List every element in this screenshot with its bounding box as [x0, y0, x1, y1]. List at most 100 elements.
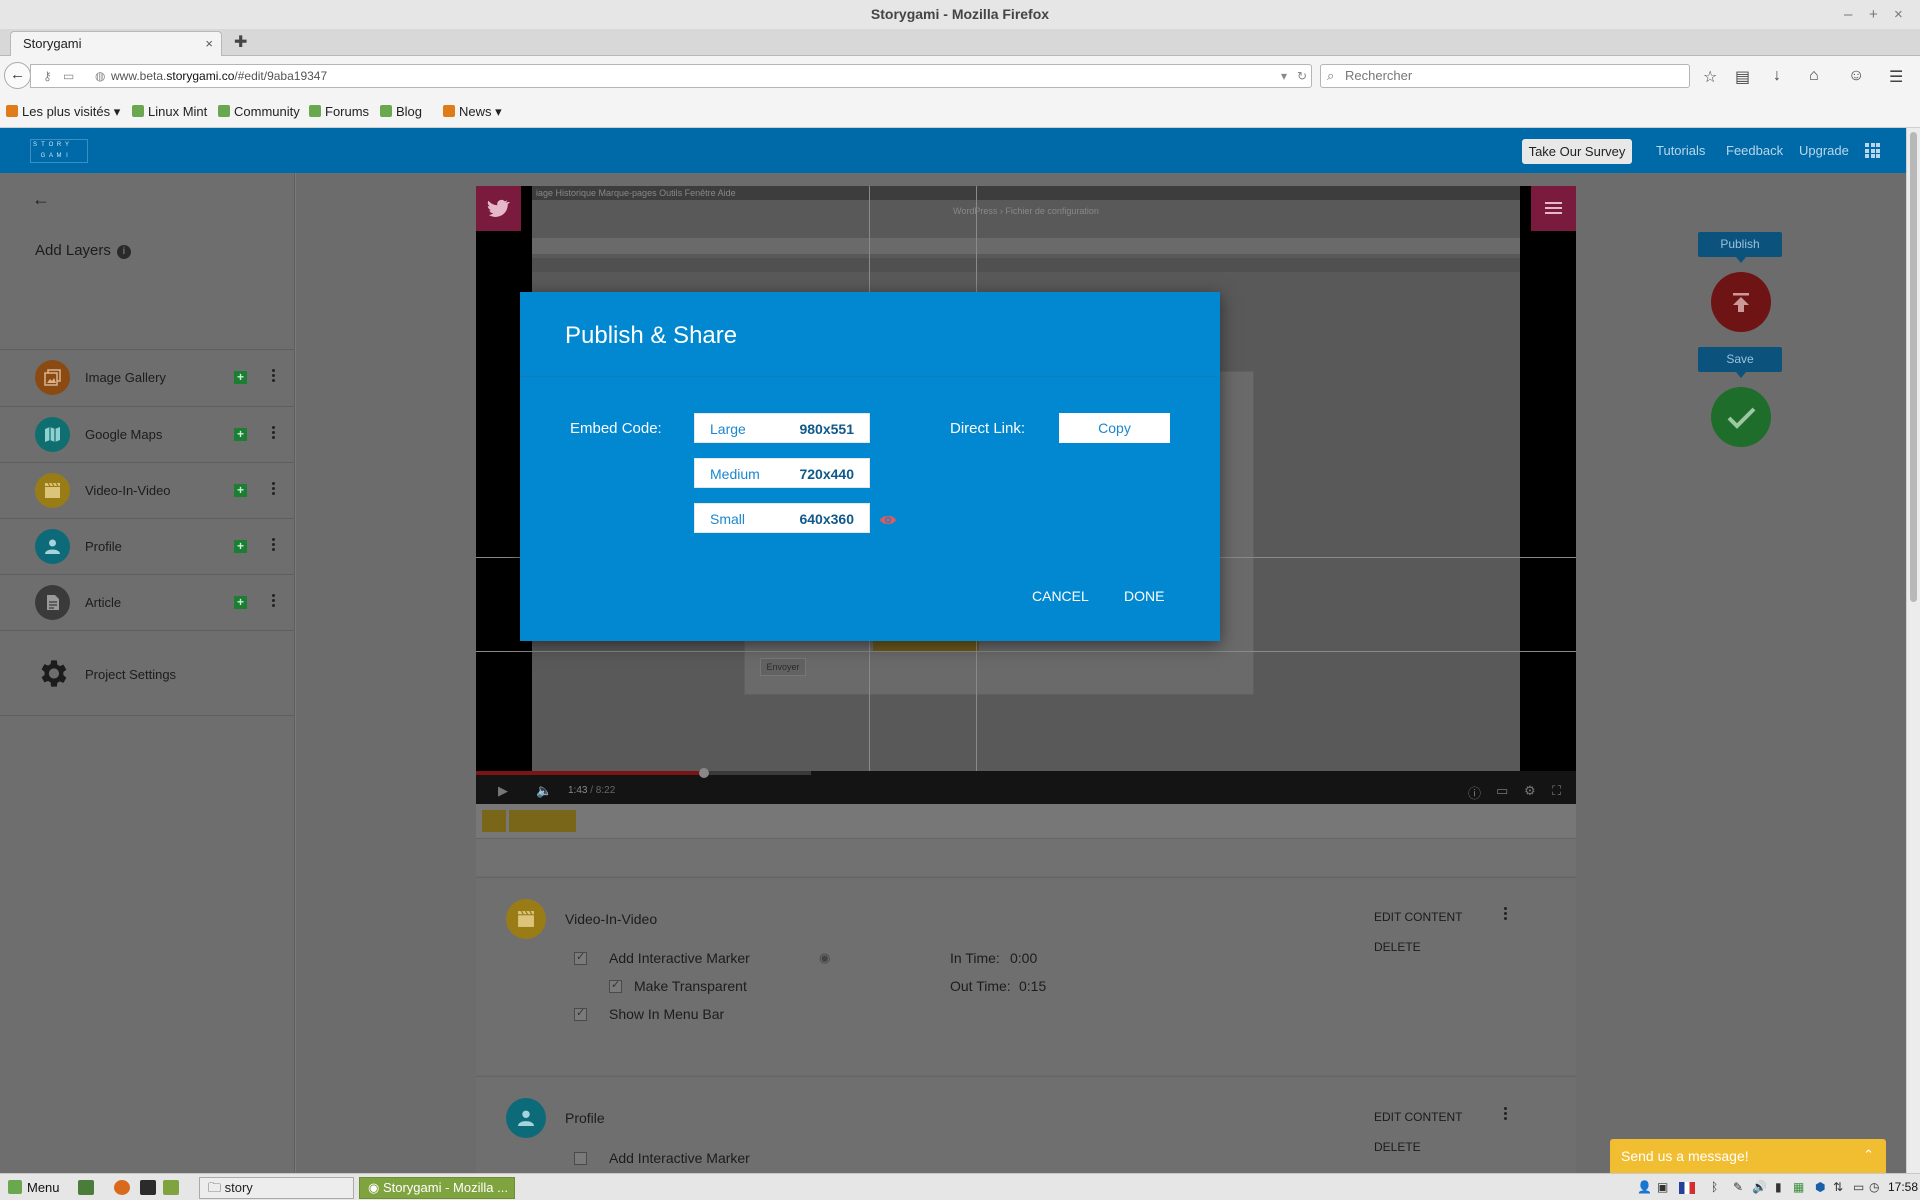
- more-vertical-icon[interactable]: [1504, 907, 1508, 922]
- add-layer-plus-icon[interactable]: +: [234, 540, 247, 553]
- sidebar-item-project-settings[interactable]: Project Settings: [0, 645, 295, 701]
- reading-list-icon[interactable]: ▤: [1735, 67, 1750, 87]
- back-arrow-icon[interactable]: ←: [32, 189, 50, 210]
- bookmark-community[interactable]: Community: [218, 104, 300, 119]
- edit-content-button[interactable]: EDIT CONTENT: [1374, 910, 1462, 924]
- delete-button[interactable]: DELETE: [1374, 1140, 1421, 1154]
- play-icon[interactable]: ▶: [498, 783, 508, 799]
- url-bar[interactable]: ⚷ ▭ ◍ www.beta.storygami.co/#edit/9aba19…: [30, 64, 1312, 88]
- cancel-button[interactable]: CANCEL: [1032, 588, 1089, 604]
- url-dropdown-icon[interactable]: ▾: [1281, 65, 1287, 87]
- more-vertical-icon[interactable]: [272, 538, 276, 553]
- more-vertical-icon[interactable]: [1504, 1107, 1508, 1122]
- maximize-button[interactable]: +: [1869, 0, 1878, 29]
- taskbar-window-storygami[interactable]: ◉ Storygami - Mozilla ...: [359, 1177, 515, 1199]
- timeline-layer-block[interactable]: [509, 810, 576, 832]
- search-bar[interactable]: ⌕ Rechercher: [1320, 64, 1690, 88]
- back-arrow-icon[interactable]: ←: [4, 62, 31, 89]
- update-icon[interactable]: ▦: [1793, 1180, 1804, 1194]
- embed-size-medium-button[interactable]: Medium 720x440: [694, 458, 870, 488]
- french-flag-icon[interactable]: [1679, 1182, 1695, 1194]
- add-interactive-marker-checkbox[interactable]: [574, 1152, 587, 1165]
- progress-knob[interactable]: [699, 768, 709, 778]
- show-desktop-icon[interactable]: [78, 1180, 94, 1195]
- browser-tab-storygami[interactable]: Storygami ×: [10, 31, 222, 57]
- out-time-value[interactable]: 0:15: [1019, 978, 1046, 994]
- battery-icon[interactable]: ▮: [1775, 1180, 1782, 1194]
- eye-icon[interactable]: ◉: [819, 950, 830, 966]
- embed-size-large-button[interactable]: Large 980x551: [694, 413, 870, 443]
- add-layer-plus-icon[interactable]: +: [234, 484, 247, 497]
- publish-button[interactable]: [1711, 272, 1771, 332]
- bookmark-star-icon[interactable]: ☆: [1703, 67, 1717, 87]
- add-interactive-marker-checkbox[interactable]: [574, 950, 587, 965]
- drive-icon[interactable]: ▣: [1657, 1180, 1668, 1194]
- info-icon[interactable]: i: [116, 245, 131, 259]
- page-info-icon[interactable]: ▭: [63, 65, 74, 87]
- start-menu-button[interactable]: Menu: [8, 1180, 60, 1195]
- bookmark-news[interactable]: News ▾: [443, 104, 502, 120]
- sidebar-item-video-in-video[interactable]: Video-In-Video +: [0, 463, 295, 519]
- bookmark-forums[interactable]: Forums: [309, 104, 369, 119]
- embed-size-small-button[interactable]: Small 640x360: [694, 503, 870, 533]
- more-vertical-icon[interactable]: [272, 482, 276, 497]
- layer-timeline[interactable]: [476, 804, 1576, 876]
- save-button[interactable]: [1711, 387, 1771, 447]
- volume-icon[interactable]: 🔈: [536, 783, 552, 799]
- video-progress-bar[interactable]: [476, 768, 811, 778]
- firefox-icon[interactable]: [114, 1180, 130, 1195]
- more-vertical-icon[interactable]: [272, 369, 276, 384]
- chat-widget[interactable]: Send us a message! ⌃: [1610, 1139, 1886, 1174]
- add-layer-plus-icon[interactable]: +: [234, 371, 247, 384]
- preview-eye-icon[interactable]: [879, 513, 897, 527]
- upgrade-link[interactable]: Upgrade: [1799, 143, 1849, 158]
- more-vertical-icon[interactable]: [272, 426, 276, 441]
- more-vertical-icon[interactable]: [272, 594, 276, 609]
- terminal-icon[interactable]: [140, 1180, 156, 1195]
- twitter-button[interactable]: [476, 186, 521, 231]
- close-tab-icon[interactable]: ×: [205, 32, 213, 56]
- apps-grid-icon[interactable]: [1865, 143, 1880, 158]
- add-layer-plus-icon[interactable]: +: [234, 428, 247, 441]
- make-transparent-checkbox[interactable]: [609, 978, 622, 993]
- sidebar-item-image-gallery[interactable]: Image Gallery +: [0, 350, 295, 406]
- home-icon[interactable]: ⌂: [1809, 67, 1819, 85]
- bookmark-blog[interactable]: Blog: [380, 104, 422, 119]
- fullscreen-icon[interactable]: ⛶: [1552, 783, 1561, 799]
- storygami-logo[interactable]: STORY GAMI: [30, 139, 88, 163]
- minimize-button[interactable]: –: [1844, 0, 1852, 29]
- take-survey-button[interactable]: Take Our Survey: [1522, 139, 1632, 164]
- sidebar-item-google-maps[interactable]: Google Maps +: [0, 407, 295, 463]
- chat-bubble-icon[interactable]: ☺: [1848, 67, 1864, 85]
- shield-icon[interactable]: ⬢: [1815, 1180, 1825, 1194]
- user-icon[interactable]: 👤: [1637, 1180, 1652, 1194]
- reload-icon[interactable]: ↻: [1297, 65, 1307, 87]
- edit-content-button[interactable]: EDIT CONTENT: [1374, 1110, 1462, 1124]
- new-tab-icon[interactable]: ✚: [234, 32, 247, 52]
- info-icon[interactable]: ⓘ: [1468, 783, 1481, 802]
- taskbar-window-story[interactable]: 🗀 story: [199, 1177, 354, 1199]
- settings-gear-icon[interactable]: ⚙: [1524, 783, 1536, 799]
- feedback-link[interactable]: Feedback: [1726, 143, 1783, 158]
- sidebar-item-article[interactable]: Article +: [0, 575, 295, 631]
- timeline-layer-block[interactable]: [482, 810, 506, 832]
- add-layer-plus-icon[interactable]: +: [234, 596, 247, 609]
- done-button[interactable]: DONE: [1124, 588, 1164, 604]
- files-icon[interactable]: [163, 1180, 179, 1195]
- chevron-up-icon[interactable]: ⌃: [1863, 1147, 1874, 1163]
- captions-icon[interactable]: ▭: [1496, 783, 1508, 799]
- download-icon[interactable]: ↓: [1773, 67, 1781, 85]
- page-scrollbar[interactable]: [1906, 128, 1920, 1173]
- in-time-value[interactable]: 0:00: [1010, 950, 1037, 966]
- hamburger-menu-icon[interactable]: ☰: [1889, 67, 1903, 87]
- sidebar-item-profile[interactable]: Profile +: [0, 519, 295, 575]
- bookmark-linux-mint[interactable]: Linux Mint: [132, 104, 207, 119]
- video-menu-button[interactable]: [1531, 186, 1576, 231]
- volume-icon[interactable]: 🔊: [1752, 1180, 1767, 1194]
- show-in-menu-bar-checkbox[interactable]: [574, 1006, 587, 1021]
- network-icon[interactable]: ⇅: [1833, 1180, 1843, 1194]
- bookmark-most-visited[interactable]: Les plus visités ▾: [6, 104, 120, 120]
- bluetooth-icon[interactable]: ᛒ: [1711, 1180, 1718, 1194]
- copy-link-button[interactable]: Copy: [1059, 413, 1170, 443]
- tutorials-link[interactable]: Tutorials: [1656, 143, 1705, 158]
